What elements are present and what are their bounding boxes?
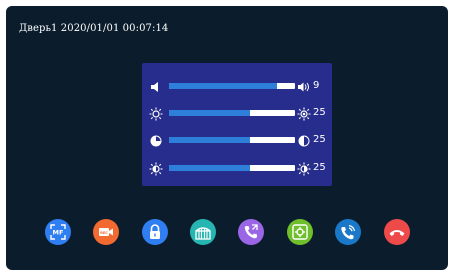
volume-slider-fill <box>169 83 278 89</box>
volume-loud-icon <box>297 79 311 93</box>
color-low-icon <box>149 161 163 176</box>
settings-panel: 9 25 25 25 <box>142 63 332 186</box>
gate-button[interactable] <box>190 219 216 245</box>
brightness-value: 25 <box>313 107 326 118</box>
color-slider-fill <box>169 165 250 171</box>
call-transfer-button[interactable] <box>238 219 264 245</box>
video-record-icon: REC <box>99 228 113 236</box>
volume-value: 9 <box>313 80 320 91</box>
unlock-icon <box>150 224 160 239</box>
record-button[interactable]: REC <box>93 219 119 245</box>
manual-focus-button[interactable]: MF <box>45 219 71 245</box>
contrast-high-icon <box>297 133 311 147</box>
contrast-value: 25 <box>313 134 326 145</box>
color-slider[interactable] <box>169 165 295 171</box>
contrast-row: 25 <box>142 133 332 147</box>
settings-button[interactable] <box>287 219 313 245</box>
color-row: 25 <box>142 161 332 176</box>
brightness-low-icon <box>149 106 163 121</box>
call-transfer-icon <box>244 224 258 239</box>
hang-up-icon <box>389 230 405 236</box>
volume-slider[interactable] <box>169 83 295 89</box>
status-header: Дверь1 2020/01/01 00:07:14 <box>19 23 169 34</box>
unlock-button[interactable] <box>142 219 168 245</box>
volume-row: 9 <box>142 79 332 93</box>
settings-icon <box>292 224 308 240</box>
brightness-row: 25 <box>142 106 332 121</box>
record-label: REC <box>100 231 108 235</box>
contrast-low-icon <box>149 133 163 147</box>
call-button[interactable] <box>335 219 361 245</box>
brightness-slider[interactable] <box>169 110 295 116</box>
manual-focus-icon: MF <box>50 224 66 240</box>
color-value: 25 <box>313 162 326 173</box>
intercom-screen: Дверь1 2020/01/01 00:07:14 9 25 25 25 MF… <box>6 6 448 270</box>
volume-icon <box>149 79 163 93</box>
hang-up-button[interactable] <box>384 219 410 245</box>
contrast-slider-fill <box>169 137 250 143</box>
color-high-icon <box>297 161 311 176</box>
bottom-toolbar: MF REC <box>6 219 448 245</box>
brightness-slider-fill <box>169 110 250 116</box>
call-icon <box>341 224 356 240</box>
contrast-slider[interactable] <box>169 137 295 143</box>
brightness-high-icon <box>297 106 311 121</box>
manual-focus-label: MF <box>53 229 64 237</box>
gate-icon <box>195 227 211 240</box>
